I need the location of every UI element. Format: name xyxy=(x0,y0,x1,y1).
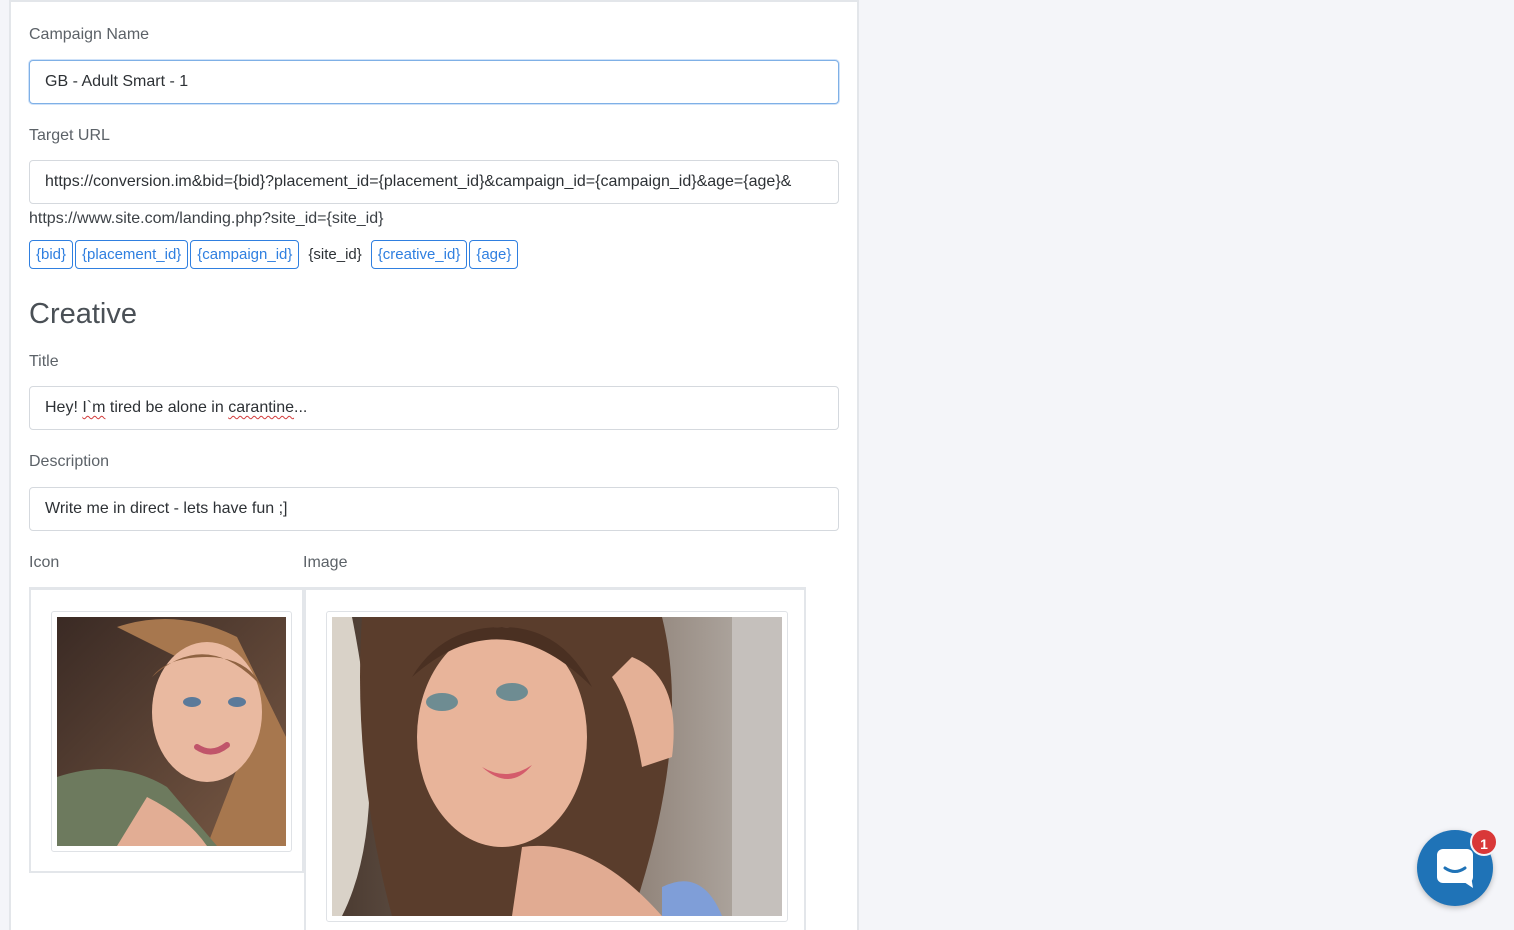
icon-photo xyxy=(57,617,286,846)
macro-creative-id-button[interactable]: {creative_id} xyxy=(370,240,468,269)
macro-site-id-button[interactable]: {site_id} xyxy=(301,240,369,269)
title-text-misspelled: I`m xyxy=(82,399,106,416)
image-photo xyxy=(332,617,782,916)
image-thumbnail[interactable] xyxy=(326,611,788,922)
campaign-form-panel: Campaign Name GB - Adult Smart - 1 Targe… xyxy=(9,0,859,930)
campaign-name-input[interactable]: GB - Adult Smart - 1 xyxy=(29,60,839,104)
target-url-label: Target URL xyxy=(29,127,110,144)
icon-thumbnail[interactable] xyxy=(51,611,292,852)
macro-campaign-id-button[interactable]: {campaign_id} xyxy=(190,240,300,269)
creative-media-area xyxy=(29,587,806,930)
macro-buttons: {bid} {placement_id} {campaign_id} {site… xyxy=(29,240,519,269)
macro-placement-id-button[interactable]: {placement_id} xyxy=(75,240,189,269)
target-url-example: https://www.site.com/landing.php?site_id… xyxy=(29,210,384,227)
target-url-input[interactable]: https://conversion.im&bid={bid}?placemen… xyxy=(29,160,839,204)
title-input[interactable]: Hey! I`m tired be alone in carantine... xyxy=(29,386,839,430)
title-text-part: tired be alone in xyxy=(105,399,229,416)
image-upload-box[interactable] xyxy=(304,590,806,930)
macro-bid-button[interactable]: {bid} xyxy=(29,240,74,269)
icon-upload-box[interactable] xyxy=(29,590,304,873)
macro-age-button[interactable]: {age} xyxy=(469,240,519,269)
title-text-part: ... xyxy=(294,399,308,416)
campaign-name-label: Campaign Name xyxy=(29,26,150,43)
image-label: Image xyxy=(303,554,348,571)
description-label: Description xyxy=(29,453,110,470)
chat-unread-badge: 1 xyxy=(1470,828,1498,856)
title-label: Title xyxy=(29,353,59,370)
title-text-part: Hey! xyxy=(45,399,83,416)
icon-label: Icon xyxy=(29,554,60,571)
title-text-misspelled: carantine xyxy=(228,399,295,416)
creative-heading: Creative xyxy=(29,298,137,330)
description-input[interactable]: Write me in direct - lets have fun ;] xyxy=(29,487,839,531)
